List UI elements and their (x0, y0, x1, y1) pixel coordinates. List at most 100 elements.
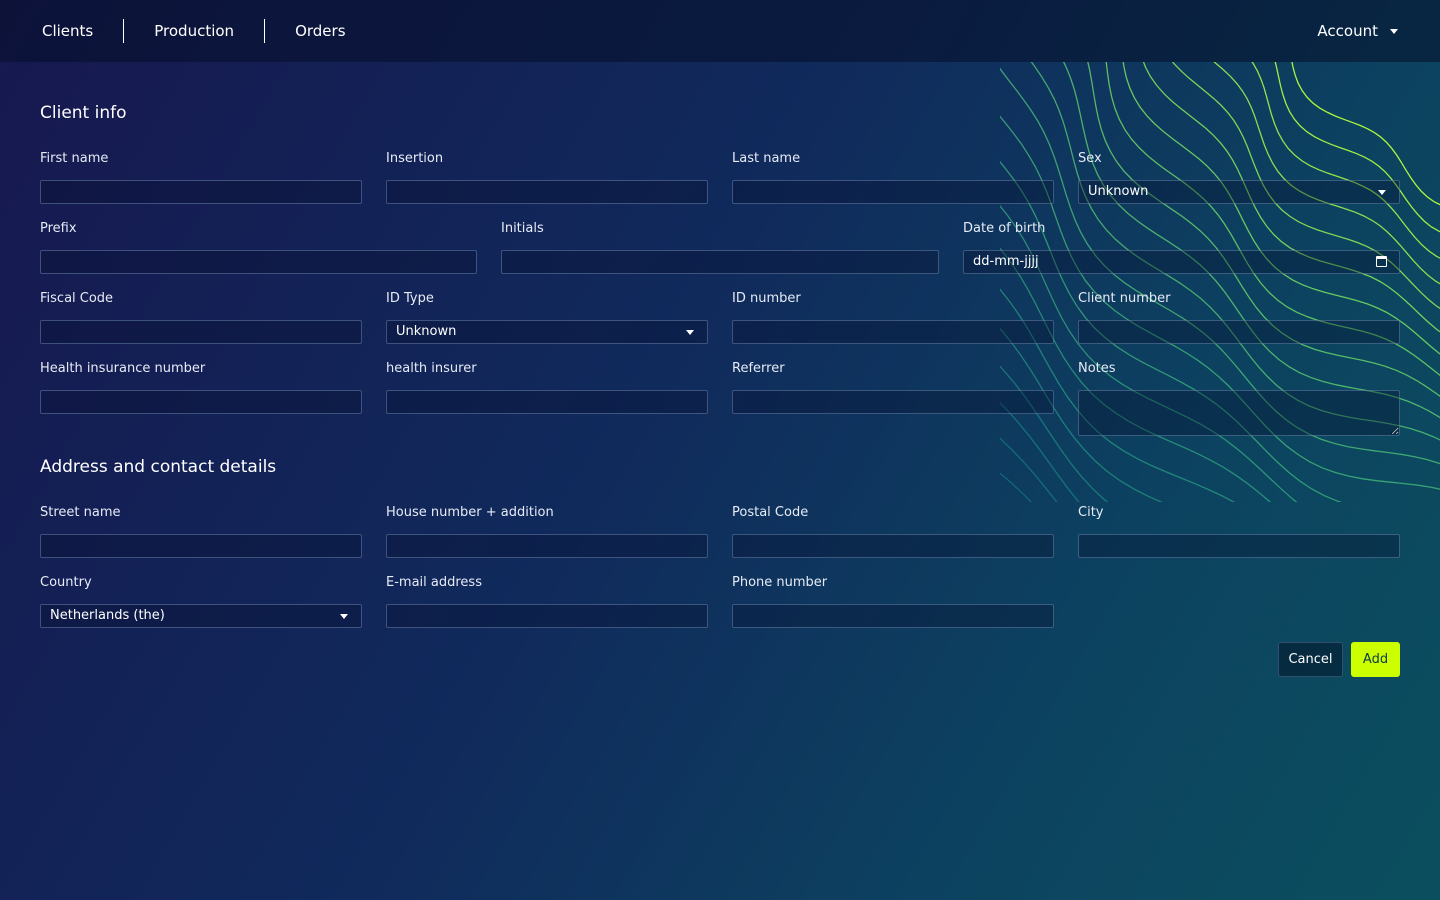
last-name-label: Last name (732, 151, 801, 166)
sex-label: Sex (1078, 151, 1102, 166)
wave-line (1000, 62, 1440, 502)
health-insurer-label: health insurer (386, 361, 477, 376)
wave-line (1000, 472, 1033, 502)
wave-line (1000, 160, 1343, 502)
first-name-label: First name (40, 151, 109, 166)
chevron-down-icon (686, 330, 694, 335)
fiscal-code-label: Fiscal Code (40, 291, 114, 306)
id-number-label: ID number (732, 291, 801, 306)
address-section-title: Address and contact details (40, 457, 277, 477)
health-insurance-number-label: Health insurance number (40, 361, 206, 376)
phone-field: Phone number (732, 574, 1054, 628)
notes-field: Notes (1078, 360, 1400, 436)
health-insurer-field: health insurer (386, 360, 708, 414)
decorative-wave-lines (1000, 62, 1440, 502)
id-number-field: ID number (732, 290, 1054, 344)
country-selected-value: Netherlands (the) (50, 608, 165, 623)
street-name-input[interactable] (40, 534, 362, 558)
last-name-input[interactable] (732, 180, 1054, 204)
sex-selected-value: Unknown (1088, 184, 1149, 199)
insertion-field: Insertion (386, 150, 708, 204)
postal-code-field: Postal Code (732, 504, 1054, 558)
wave-line (1000, 247, 1272, 502)
house-number-input[interactable] (386, 534, 708, 558)
add-button[interactable]: Add (1351, 642, 1400, 677)
city-field: City (1078, 504, 1400, 558)
initials-input[interactable] (501, 250, 939, 274)
nav-clients[interactable]: Clients (0, 19, 123, 43)
wave-line (1000, 288, 1236, 502)
id-type-selected-value: Unknown (396, 324, 457, 339)
house-number-field: House number + addition (386, 504, 708, 558)
account-label: Account (1317, 22, 1378, 40)
city-label: City (1078, 505, 1104, 520)
wave-line (1000, 204, 1298, 502)
sex-select[interactable]: Unknown (1078, 180, 1400, 204)
wave-line (1000, 327, 1163, 502)
prefix-label: Prefix (40, 221, 77, 236)
house-number-label: House number + addition (386, 505, 554, 520)
initials-field: Initials (501, 220, 939, 274)
postal-code-label: Postal Code (732, 505, 809, 520)
sex-field: Sex Unknown (1078, 150, 1400, 204)
health-insurance-number-input[interactable] (40, 390, 362, 414)
street-name-label: Street name (40, 505, 121, 520)
insertion-label: Insertion (386, 151, 444, 166)
referrer-label: Referrer (732, 361, 785, 376)
fiscal-code-field: Fiscal Code (40, 290, 362, 344)
date-of-birth-placeholder: dd-mm-jjjj (973, 254, 1039, 269)
prefix-field: Prefix (40, 220, 477, 274)
id-type-label: ID Type (386, 291, 434, 306)
wave-line (1000, 62, 1440, 502)
date-of-birth-label: Date of birth (963, 221, 1046, 236)
wave-line (1000, 402, 1080, 502)
email-field: E-mail address (386, 574, 708, 628)
health-insurance-number-field: Health insurance number (40, 360, 362, 414)
client-number-label: Client number (1078, 291, 1171, 306)
country-select[interactable]: Netherlands (the) (40, 604, 362, 628)
postal-code-input[interactable] (732, 534, 1054, 558)
first-name-input[interactable] (40, 180, 362, 204)
cancel-button[interactable]: Cancel (1278, 642, 1343, 677)
client-number-input[interactable] (1078, 320, 1400, 344)
chevron-down-icon (1378, 190, 1386, 195)
email-label: E-mail address (386, 575, 482, 590)
prefix-input[interactable] (40, 250, 477, 274)
wave-line (1000, 115, 1440, 490)
date-of-birth-field: Date of birth dd-mm-jjjj (963, 220, 1400, 274)
fiscal-code-input[interactable] (40, 320, 362, 344)
wave-line (1000, 67, 1440, 465)
notes-label: Notes (1078, 361, 1116, 376)
nav-orders[interactable]: Orders (264, 19, 375, 43)
wave-line (1000, 437, 1058, 502)
id-type-select[interactable]: Unknown (386, 320, 708, 344)
email-input[interactable] (386, 604, 708, 628)
street-name-field: Street name (40, 504, 362, 558)
phone-label: Phone number (732, 575, 828, 590)
wave-line (1000, 365, 1109, 502)
notes-textarea[interactable] (1078, 390, 1400, 436)
calendar-icon[interactable] (1376, 256, 1387, 267)
country-label: Country (40, 575, 92, 590)
city-input[interactable] (1078, 534, 1400, 558)
last-name-field: Last name (732, 150, 1054, 204)
health-insurer-input[interactable] (386, 390, 708, 414)
referrer-input[interactable] (732, 390, 1054, 414)
phone-input[interactable] (732, 604, 1054, 628)
date-of-birth-input[interactable]: dd-mm-jjjj (963, 250, 1400, 274)
main-nav: Clients Production Orders (0, 0, 376, 62)
id-number-input[interactable] (732, 320, 1054, 344)
referrer-field: Referrer (732, 360, 1054, 414)
country-field: Country Netherlands (the) (40, 574, 362, 628)
account-menu[interactable]: Account (1317, 19, 1398, 43)
nav-production[interactable]: Production (123, 19, 264, 43)
initials-label: Initials (501, 221, 544, 236)
insertion-input[interactable] (386, 180, 708, 204)
top-navigation-bar: Clients Production Orders Account (0, 0, 1440, 62)
first-name-field: First name (40, 150, 362, 204)
id-type-field: ID Type Unknown (386, 290, 708, 344)
client-number-field: Client number (1078, 290, 1400, 344)
chevron-down-icon (1390, 28, 1398, 34)
chevron-down-icon (340, 614, 348, 619)
client-info-title: Client info (40, 103, 127, 123)
